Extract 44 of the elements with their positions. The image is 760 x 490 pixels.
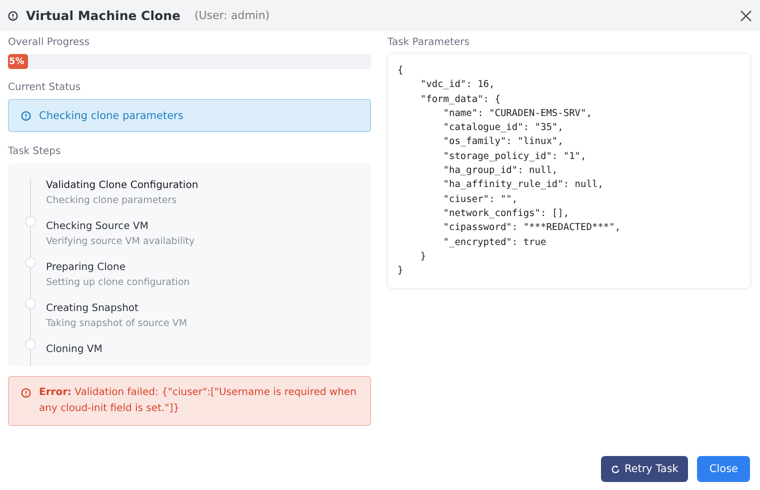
section-label: Overall Progress (8, 37, 91, 48)
section-label: Task Parameters (388, 37, 470, 48)
close-button[interactable]: Close (697, 456, 750, 482)
step-title: Validating Clone Configuration (46, 179, 198, 193)
step-title: Checking Source VM (46, 220, 150, 234)
step-description: Verifying source VM availability (46, 235, 195, 249)
step-description: Taking snapshot of source VM (46, 317, 188, 331)
code-line: "vdc_id": 16, (419, 78, 496, 92)
code-line: "os_family": "linux", (442, 135, 564, 150)
step-title: Preparing Clone (46, 261, 126, 275)
code-line: { (398, 64, 404, 78)
close-icon[interactable] (740, 10, 752, 22)
dialog-title: Virtual Machine Clone (26, 8, 180, 23)
step-title: Cloning VM (46, 343, 102, 357)
step-dot (25, 339, 36, 350)
info-icon (8, 10, 18, 20)
code-line: "form_data": { (419, 92, 502, 107)
status-message: Checking clone parameters (39, 110, 184, 122)
step-description: Setting up clone configuration (46, 276, 190, 290)
code-line: "catalogue_id": "35", (442, 121, 564, 136)
error-icon (21, 388, 31, 398)
code-line: "name": "CURADEN-EMS-SRV", (442, 106, 593, 121)
code-line: "ciuser": "", (442, 192, 519, 207)
step-title: Creating Snapshot (46, 302, 140, 316)
code-line: "cipassword": "***REDACTED***", (442, 221, 622, 236)
section-label: Task Steps (8, 146, 62, 157)
section-label: Current Status (8, 82, 82, 93)
user-label: (User: admin) (194, 9, 270, 22)
step-dot (25, 257, 36, 268)
step-dot (25, 298, 36, 309)
step-description: Checking clone parameters (46, 194, 178, 208)
code-line: "network_configs": [], (442, 206, 570, 221)
code-line: "_encrypted": true (442, 236, 548, 250)
code-line: "ha_group_id": null, (442, 164, 559, 178)
code-line: "ha_affinity_rule_id": null, (442, 178, 604, 192)
info-icon (21, 110, 31, 120)
code-line: } (419, 250, 428, 264)
retry-button[interactable]: Retry Task (601, 456, 688, 482)
refresh-icon (611, 464, 620, 474)
code-line: } (398, 264, 404, 278)
step-dot (25, 216, 36, 227)
progress-reading: 5% (9, 56, 24, 66)
code-line: "storage_policy_id": "1", (442, 150, 588, 164)
error-message: Error: Validation failed: {"ciuser":["Username is required when any cloud-init field is set."]} (39, 386, 358, 416)
